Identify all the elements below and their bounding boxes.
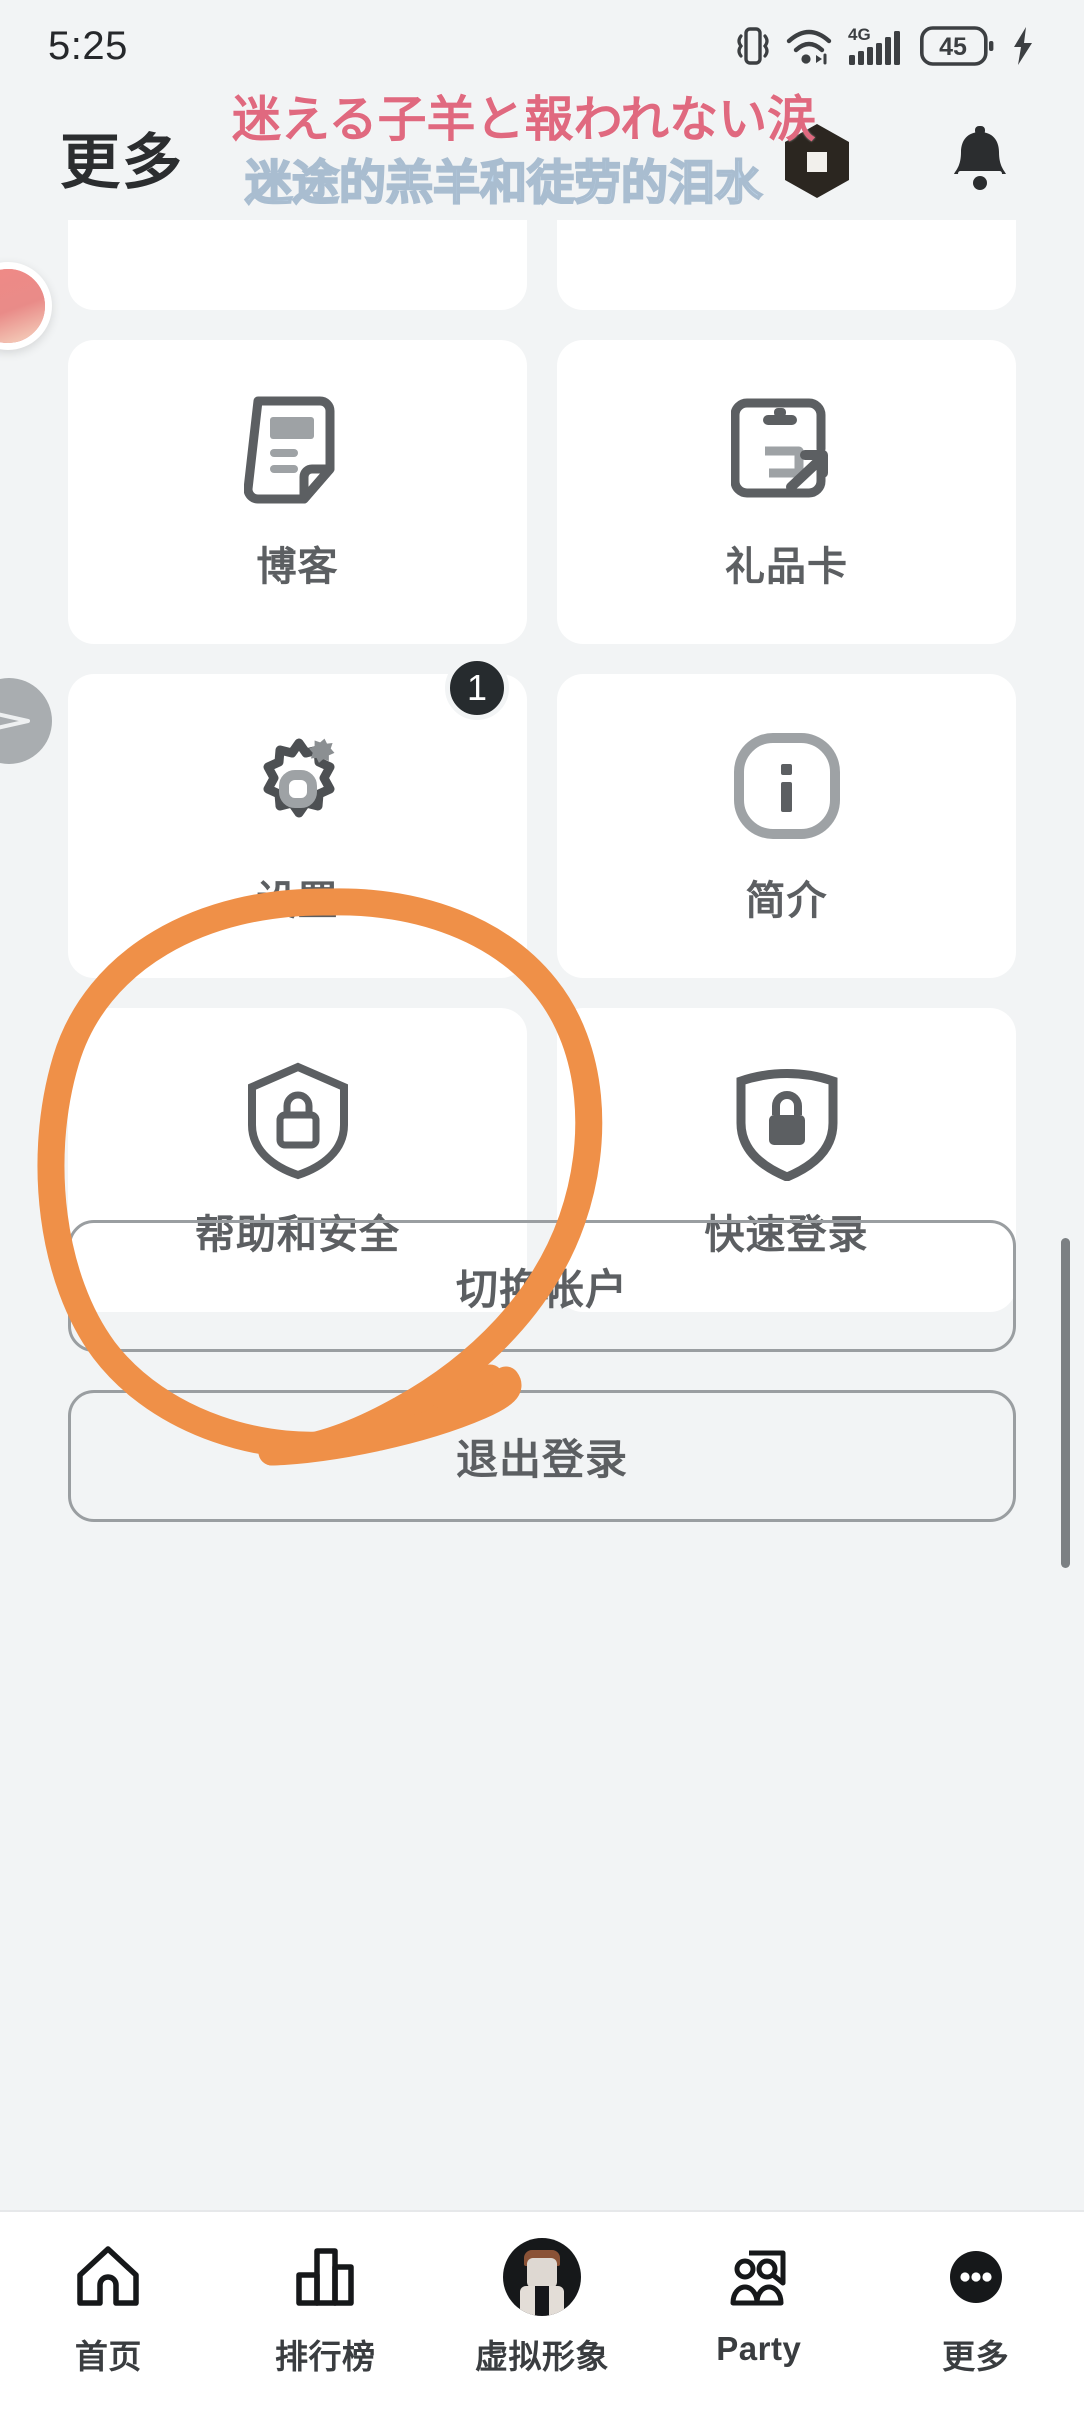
more-dots-icon (940, 2238, 1012, 2316)
menu-card-label: 设置 (256, 879, 339, 923)
status-bar: 5:25 4G 45 (0, 0, 1084, 92)
nav-item-charts[interactable]: 排行榜 (225, 2238, 425, 2378)
app-screen: 5:25 4G 45 更多 迷える子羊と報われない涙 迷途的羔羊和徒劳的泪水 博… (0, 0, 1084, 2412)
nav-item-label: 首页 (74, 2338, 142, 2375)
menu-card-about[interactable]: 简介 (557, 674, 1016, 978)
notifications-button[interactable] (940, 120, 1020, 200)
nav-item-label: Party (716, 2330, 802, 2367)
charging-bolt-icon (1010, 25, 1036, 67)
info-icon (729, 726, 845, 846)
menu-card-blog[interactable]: 博客 (68, 340, 527, 644)
overlay-subtitle-chinese: 迷途的羔羊和徒劳的泪水 (244, 155, 763, 210)
roblox-logo-icon (780, 122, 854, 200)
menu-card-label: 礼品卡 (725, 545, 848, 589)
nav-item-party[interactable]: Party (659, 2238, 859, 2368)
scroll-content[interactable]: 博客 礼品卡 1 设置 简介 帮助和安全 快速登录 切换帐户 退出登录 (0, 220, 1084, 2210)
menu-card-clipped-right[interactable] (557, 220, 1016, 310)
send-icon (0, 712, 30, 730)
menu-card-gift-card[interactable]: 礼品卡 (557, 340, 1016, 644)
menu-card-label: 博客 (256, 545, 339, 589)
party-people-icon (723, 2238, 795, 2316)
menu-card-settings[interactable]: 1 设置 (68, 656, 527, 978)
blog-note-icon (243, 392, 352, 512)
signal-4g-icon: 4G (848, 23, 904, 69)
settings-badge: 1 (445, 656, 509, 720)
nav-item-label: 排行榜 (274, 2338, 376, 2375)
logout-button[interactable]: 退出登录 (68, 1390, 1016, 1522)
battery-level: 45 (939, 33, 967, 61)
shield-lock-outline-icon (242, 1060, 354, 1180)
bell-icon (954, 126, 1006, 190)
home-icon (72, 2238, 144, 2316)
charts-bar-icon (289, 2238, 361, 2316)
shield-lock-filled-icon (731, 1060, 843, 1181)
switch-account-button[interactable]: 切换帐户 (68, 1220, 1016, 1352)
menu-card-label: 简介 (745, 879, 828, 923)
nav-item-avatar[interactable]: 虚拟形象 (442, 2238, 642, 2378)
account-actions: 切换帐户 退出登录 (68, 1220, 1016, 1560)
nav-item-label: 虚拟形象 (474, 2338, 609, 2375)
status-icons: 4G 45 (736, 23, 1036, 69)
gift-card-icon (730, 392, 843, 512)
page-title: 更多 (60, 129, 184, 196)
page-header: 更多 迷える子羊と報われない涙 迷途的羔羊和徒劳的泪水 (0, 92, 1084, 220)
vibrate-icon (736, 23, 770, 69)
status-clock: 5:25 (48, 23, 128, 68)
nav-item-home[interactable]: 首页 (8, 2238, 208, 2378)
avatar-icon (502, 2238, 581, 2316)
nav-item-label: 更多 (942, 2338, 1010, 2375)
svg-text:4G: 4G (848, 25, 871, 44)
bottom-navigation: 首页 排行榜 虚拟形象 Party 更多 (0, 2210, 1084, 2412)
battery-icon: 45 (920, 26, 994, 66)
menu-grid: 博客 礼品卡 1 设置 简介 帮助和安全 快速登录 (0, 220, 1084, 1312)
wifi-icon (786, 25, 832, 67)
vertical-scrollbar[interactable] (1061, 1238, 1070, 1568)
settings-gear-icon (238, 726, 358, 846)
menu-card-clipped-left[interactable] (68, 220, 527, 310)
nav-item-more[interactable]: 更多 (876, 2238, 1076, 2378)
avatar-image (0, 269, 45, 343)
